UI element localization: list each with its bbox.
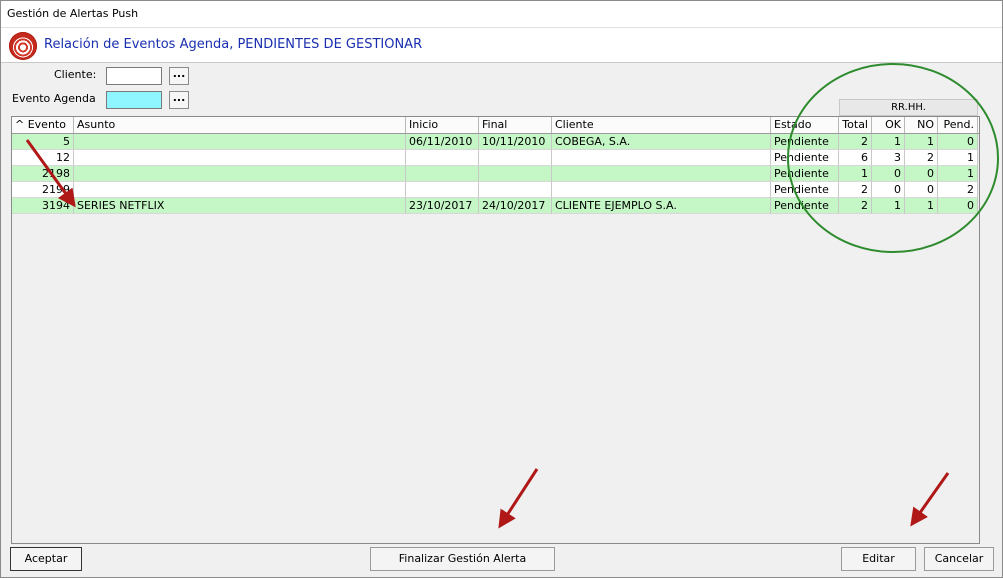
col-estado[interactable]: Estado	[771, 117, 839, 133]
col-inicio[interactable]: Inicio	[406, 117, 479, 133]
evento-agenda-label: Evento Agenda	[12, 92, 96, 105]
cell-final: 10/11/2010	[479, 134, 552, 150]
col-no[interactable]: NO	[905, 117, 938, 133]
cliente-label: Cliente:	[54, 68, 97, 81]
cell-inicio	[406, 166, 479, 182]
window-title: Gestión de Alertas Push	[7, 7, 139, 20]
cell-inicio	[406, 182, 479, 198]
cell-cliente	[552, 166, 771, 182]
col-pend[interactable]: Pend.	[938, 117, 978, 133]
cell-no: 1	[905, 134, 938, 150]
cell-total: 2	[839, 134, 872, 150]
cell-total: 1	[839, 166, 872, 182]
title-bar: Gestión de Alertas Push	[1, 1, 1002, 28]
cell-ok: 3	[872, 150, 905, 166]
cell-cliente: CLIENTE EJEMPLO S.A.	[552, 198, 771, 214]
table-row[interactable]: 2198 Pendiente 1 0 0 1	[12, 166, 979, 182]
page-header: Relación de Eventos Agenda, PENDIENTES D…	[1, 28, 1002, 63]
cell-pend: 0	[938, 198, 978, 214]
cell-cliente	[552, 182, 771, 198]
col-evento[interactable]: ^ Evento	[12, 117, 74, 133]
col-asunto[interactable]: Asunto	[74, 117, 406, 133]
finalizar-gestion-alerta-button[interactable]: Finalizar Gestión Alerta	[370, 547, 555, 571]
cell-estado: Pendiente	[771, 166, 839, 182]
rrhh-group-header: RR.HH.	[839, 99, 978, 116]
page-title: Relación de Eventos Agenda, PENDIENTES D…	[44, 37, 423, 52]
cell-asunto	[74, 166, 406, 182]
cell-evento: 5	[12, 134, 74, 150]
cell-total: 2	[839, 198, 872, 214]
evento-agenda-lookup-button[interactable]: ...	[169, 91, 189, 109]
cell-ok: 1	[872, 134, 905, 150]
cell-evento: 12	[12, 150, 74, 166]
col-ok[interactable]: OK	[872, 117, 905, 133]
cell-cliente	[552, 150, 771, 166]
cell-inicio	[406, 150, 479, 166]
cell-pend: 2	[938, 182, 978, 198]
cliente-lookup-button[interactable]: ...	[169, 67, 189, 85]
cell-evento: 3194	[12, 198, 74, 214]
cell-asunto: SERIES NETFLIX	[74, 198, 406, 214]
cell-pend: 0	[938, 134, 978, 150]
cell-total: 6	[839, 150, 872, 166]
cell-evento: 2199	[12, 182, 74, 198]
cliente-input[interactable]	[106, 67, 162, 85]
cell-estado: Pendiente	[771, 150, 839, 166]
table-row[interactable]: 2199 Pendiente 2 0 0 2	[12, 182, 979, 198]
cell-final	[479, 182, 552, 198]
cell-no: 2	[905, 150, 938, 166]
table-header-row: ^ Evento Asunto Inicio Final Cliente Est…	[12, 117, 979, 134]
cell-estado: Pendiente	[771, 134, 839, 150]
evento-agenda-input[interactable]	[106, 91, 162, 109]
cell-inicio: 06/11/2010	[406, 134, 479, 150]
cell-pend: 1	[938, 166, 978, 182]
cell-estado: Pendiente	[771, 198, 839, 214]
cell-asunto	[74, 182, 406, 198]
cancelar-button[interactable]: Cancelar	[924, 547, 994, 571]
cell-estado: Pendiente	[771, 182, 839, 198]
table-row[interactable]: 5 06/11/2010 10/11/2010 COBEGA, S.A. Pendien…	[12, 134, 979, 150]
cell-pend: 1	[938, 150, 978, 166]
cell-final: 24/10/2017	[479, 198, 552, 214]
table-row[interactable]: 12 Pendiente 6 3 2 1	[12, 150, 979, 166]
cell-ok: 0	[872, 182, 905, 198]
cell-final	[479, 166, 552, 182]
table-row[interactable]: 3194 SERIES NETFLIX 23/10/2017 24/10/2017 CL…	[12, 198, 979, 214]
cell-ok: 0	[872, 166, 905, 182]
col-cliente[interactable]: Cliente	[552, 117, 771, 133]
cell-no: 0	[905, 182, 938, 198]
cell-final	[479, 150, 552, 166]
cell-inicio: 23/10/2017	[406, 198, 479, 214]
cell-no: 1	[905, 198, 938, 214]
events-table[interactable]: ^ Evento Asunto Inicio Final Cliente Est…	[11, 116, 980, 544]
cell-cliente: COBEGA, S.A.	[552, 134, 771, 150]
col-final[interactable]: Final	[479, 117, 552, 133]
col-total[interactable]: Total	[839, 117, 872, 133]
editar-button[interactable]: Editar	[841, 547, 916, 571]
cell-total: 2	[839, 182, 872, 198]
aceptar-button[interactable]: Aceptar	[10, 547, 82, 571]
cell-ok: 1	[872, 198, 905, 214]
app-window: Gestión de Alertas Push Relación de Even…	[0, 0, 1003, 578]
alert-push-icon	[9, 32, 37, 60]
cell-asunto	[74, 134, 406, 150]
cell-asunto	[74, 150, 406, 166]
cell-no: 0	[905, 166, 938, 182]
cell-evento: 2198	[12, 166, 74, 182]
